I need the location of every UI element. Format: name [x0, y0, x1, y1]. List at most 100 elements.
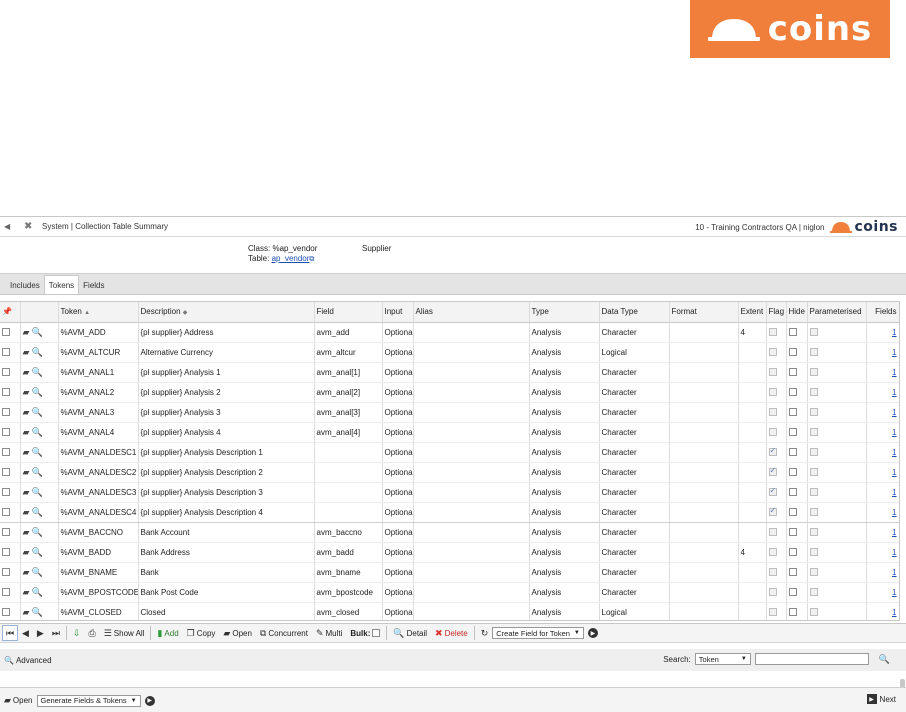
row-checkbox[interactable]	[2, 348, 10, 357]
table-row[interactable]: ▰ 🔍 %AVM_ANAL2 {pl supplier} Analysis 2 avm…	[0, 382, 899, 403]
folder-open-icon[interactable]: ▰	[23, 507, 30, 517]
row-select-cell[interactable]	[0, 402, 21, 423]
detail-zoom-icon[interactable]: 🔍	[32, 467, 43, 477]
table-row[interactable]: ▰ 🔍 %AVM_ALTCUR Alternative Currency avm_al…	[0, 342, 899, 363]
row-checkbox[interactable]	[2, 368, 10, 377]
table-row[interactable]: ▰ 🔍 %AVM_CLOSED Closed avm_closed Optional An…	[0, 602, 899, 620]
row-checkbox[interactable]	[2, 508, 10, 517]
tab-includes[interactable]: Includes	[6, 276, 44, 294]
row-select-cell[interactable]	[0, 582, 21, 603]
show-all-button[interactable]: ☰ Show All	[100, 625, 149, 641]
table-row[interactable]: ▰ 🔍 %AVM_ANALDESC4 {pl supplier} Analysis …	[0, 502, 899, 523]
copy-button[interactable]: ❐ Copy	[183, 625, 220, 641]
fields-count-link[interactable]: 1	[892, 448, 896, 457]
tab-tokens[interactable]: Tokens	[43, 275, 80, 294]
row-checkbox[interactable]	[2, 388, 10, 397]
open-button[interactable]: ▰ Open	[219, 625, 256, 641]
column-header-field[interactable]: Field	[314, 302, 383, 323]
fields-count-link[interactable]: 1	[892, 388, 896, 397]
row-checkbox[interactable]	[2, 528, 10, 537]
fields-count-link[interactable]: 1	[892, 508, 896, 517]
hide-checkbox[interactable]	[788, 328, 797, 337]
export-button[interactable]: ⇩	[69, 625, 85, 641]
back-arrow-icon[interactable]: ◀	[4, 222, 18, 231]
row-checkbox[interactable]	[2, 448, 10, 457]
detail-zoom-icon[interactable]: 🔍	[32, 507, 43, 517]
table-row[interactable]: ▰ 🔍 %AVM_ANALDESC1 {pl supplier} Analysis …	[0, 442, 899, 463]
table-row[interactable]: ▰ 🔍 %AVM_BNAME Bank avm_bname Optional Analys…	[0, 562, 899, 583]
prev-page-button[interactable]: ◀	[18, 625, 33, 641]
row-select-cell[interactable]	[0, 482, 21, 503]
table-row[interactable]: ▰ 🔍 %AVM_ANALDESC2 {pl supplier} Analysis …	[0, 462, 899, 483]
hide-checkbox[interactable]	[788, 448, 797, 457]
detail-zoom-icon[interactable]: 🔍	[32, 567, 43, 577]
fields-count-link[interactable]: 1	[892, 348, 896, 357]
detail-zoom-icon[interactable]: 🔍	[32, 367, 43, 377]
folder-open-icon[interactable]: ▰	[23, 347, 30, 357]
row-checkbox[interactable]	[2, 468, 10, 477]
hide-checkbox[interactable]	[788, 428, 797, 437]
hide-checkbox[interactable]	[788, 528, 797, 537]
row-select-cell[interactable]	[0, 542, 21, 563]
fields-count-link[interactable]: 1	[892, 588, 896, 597]
folder-open-icon[interactable]: ▰	[23, 607, 30, 617]
multi-button[interactable]: ✎ Multi	[312, 625, 346, 641]
row-select-cell[interactable]	[0, 502, 21, 523]
row-select-cell[interactable]	[0, 342, 21, 363]
fields-count-link[interactable]: 1	[892, 608, 896, 617]
fields-count-link[interactable]: 1	[892, 528, 896, 537]
tab-fields[interactable]: Fields	[79, 276, 108, 294]
folder-open-icon[interactable]: ▰	[23, 447, 30, 457]
row-select-cell[interactable]	[0, 442, 21, 463]
concurrent-button[interactable]: ⧉ Concurrent	[256, 625, 312, 641]
last-page-button[interactable]: ⏭	[48, 625, 64, 641]
row-checkbox[interactable]	[2, 408, 10, 417]
detail-zoom-icon[interactable]: 🔍	[32, 547, 43, 557]
action-select[interactable]: Create Field for Token ▼	[492, 627, 584, 639]
footer-action-select[interactable]: Generate Fields & Tokens ▼	[36, 694, 141, 707]
table-row[interactable]: ▰ 🔍 %AVM_ADD {pl supplier} Address avm_add O…	[0, 322, 899, 343]
hide-checkbox[interactable]	[788, 468, 797, 477]
folder-open-icon[interactable]: ▰	[23, 547, 30, 557]
table-row[interactable]: ▰ 🔍 %AVM_ANAL4 {pl supplier} Analysis 4 avm…	[0, 422, 899, 443]
hide-checkbox[interactable]	[788, 368, 797, 377]
hide-checkbox[interactable]	[788, 588, 797, 597]
detail-button[interactable]: 🔍 Detail	[389, 625, 431, 641]
fields-count-link[interactable]: 1	[892, 408, 896, 417]
column-header-alias[interactable]: Alias	[413, 302, 530, 323]
detail-zoom-icon[interactable]: 🔍	[32, 347, 43, 357]
column-header-extent[interactable]: Extent	[738, 302, 767, 323]
column-header-input[interactable]: Input	[382, 302, 414, 323]
search-icon[interactable]: 🔍	[879, 654, 890, 665]
next-page-button[interactable]: ▶	[33, 625, 48, 641]
detail-zoom-icon[interactable]: 🔍	[32, 607, 43, 617]
column-header-hide[interactable]: Hide	[786, 302, 808, 323]
column-header-parameterised[interactable]: Parameterised	[807, 302, 867, 323]
table-row[interactable]: ▰ 🔍 %AVM_BACCNO Bank Account avm_baccno Opti…	[0, 522, 899, 543]
table-row[interactable]: ▰ 🔍 %AVM_BADD Bank Address avm_badd Optional…	[0, 542, 899, 563]
table-row[interactable]: ▰ 🔍 %AVM_BPOSTCODE Bank Post Code avm_bpost…	[0, 582, 899, 603]
search-input[interactable]	[754, 653, 869, 665]
first-page-button[interactable]: ⏮	[2, 625, 18, 641]
hide-checkbox[interactable]	[788, 408, 797, 417]
footer-run-button[interactable]: ▶	[144, 695, 155, 706]
bulk-checkbox[interactable]	[372, 629, 381, 637]
column-header-type[interactable]: Type	[529, 302, 600, 323]
row-select-cell[interactable]	[0, 602, 21, 620]
row-select-cell[interactable]	[0, 562, 21, 583]
table-link[interactable]: ap_vendor	[272, 254, 310, 263]
folder-open-icon[interactable]: ▰	[23, 367, 30, 377]
print-button[interactable]: ⎙	[85, 625, 100, 641]
folder-open-icon[interactable]: ▰	[23, 567, 30, 577]
row-checkbox[interactable]	[2, 488, 10, 497]
row-checkbox[interactable]	[2, 588, 10, 597]
hide-checkbox[interactable]	[788, 388, 797, 397]
folder-open-icon[interactable]: ▰	[23, 527, 30, 537]
detail-zoom-icon[interactable]: 🔍	[32, 407, 43, 417]
folder-open-icon[interactable]: ▰	[23, 427, 30, 437]
footer-open-button[interactable]: ▰ Open	[0, 693, 37, 709]
row-checkbox[interactable]	[2, 608, 10, 617]
fields-count-link[interactable]: 1	[892, 468, 896, 477]
row-checkbox[interactable]	[2, 568, 10, 577]
column-header-format[interactable]: Format	[669, 302, 739, 323]
